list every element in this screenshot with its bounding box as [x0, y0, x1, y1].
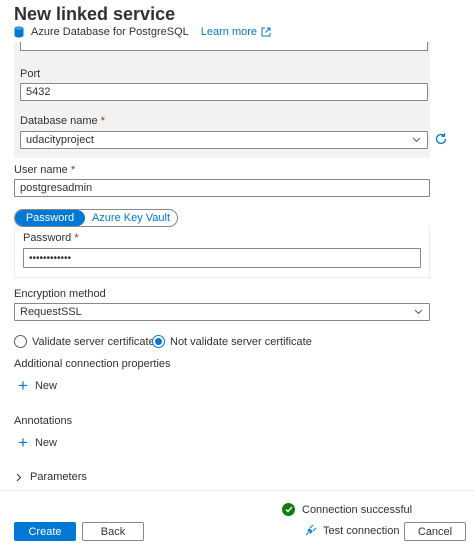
back-button[interactable]: Back: [82, 522, 144, 541]
connection-settings-panel: Port 5432 Database name * udacityproject: [14, 42, 430, 158]
connection-status: Connection successful: [282, 503, 412, 516]
new-property-label: New: [34, 380, 57, 392]
encryption-method-select[interactable]: RequestSSL: [14, 303, 430, 321]
cancel-button[interactable]: Cancel: [404, 522, 466, 541]
service-type-row: Azure Database for PostgreSQL Learn more: [14, 25, 271, 39]
encryption-method-value: RequestSSL: [20, 306, 82, 318]
scrollbar[interactable]: [466, 42, 472, 490]
validate-cert-label: Validate server certificate: [32, 335, 155, 348]
chevron-down-icon: [412, 137, 421, 143]
learn-more-link[interactable]: Learn more: [201, 26, 257, 38]
tab-password[interactable]: Password: [15, 210, 85, 226]
parameters-expander[interactable]: Parameters: [16, 471, 87, 483]
form-scroll-area[interactable]: Port 5432 Database name * udacityproject…: [0, 42, 474, 490]
not-validate-cert-option[interactable]: Not validate server certificate: [152, 335, 312, 348]
test-connection-button[interactable]: Test connection: [304, 524, 399, 537]
auth-type-toggle: Password Azure Key Vault: [14, 209, 178, 227]
not-validate-cert-label: Not validate server certificate: [170, 335, 312, 348]
new-annotation-label: New: [34, 437, 57, 449]
port-value: 5432: [26, 86, 51, 98]
test-connection-label: Test connection: [323, 524, 400, 537]
plus-icon: +: [18, 376, 28, 395]
new-property-button[interactable]: + New: [18, 376, 57, 395]
username-value: postgresadmin: [20, 182, 93, 194]
annotations-label: Annotations: [14, 415, 73, 427]
checkmark-icon: [282, 503, 295, 516]
create-button[interactable]: Create: [14, 522, 76, 541]
port-label: Port: [20, 68, 41, 80]
encryption-method-label: Encryption method: [14, 288, 106, 300]
chevron-down-icon: [414, 309, 423, 315]
additional-properties-label: Additional connection properties: [14, 358, 171, 370]
validate-cert-option[interactable]: Validate server certificate: [14, 335, 155, 348]
plus-icon: +: [18, 433, 28, 452]
page-title: New linked service: [14, 4, 176, 24]
footer-bar: Connection successful Create Back Test c…: [0, 490, 474, 546]
chevron-right-icon: [16, 473, 22, 481]
database-icon: [14, 26, 24, 38]
refresh-icon[interactable]: [434, 132, 448, 146]
password-value: ••••••••••••: [29, 252, 72, 264]
tab-azure-key-vault[interactable]: Azure Key Vault: [85, 210, 177, 226]
parameters-label: Parameters: [30, 471, 87, 483]
service-type-label: Azure Database for PostgreSQL: [31, 26, 189, 38]
database-name-value: udacityproject: [26, 134, 94, 146]
port-field[interactable]: 5432: [20, 83, 428, 101]
external-link-icon[interactable]: [261, 27, 271, 37]
password-panel: Password * ••••••••••••: [14, 226, 430, 278]
password-label: Password *: [23, 232, 79, 244]
database-name-label: Database name *: [20, 115, 106, 127]
database-name-select[interactable]: udacityproject: [20, 131, 428, 149]
username-field[interactable]: postgresadmin: [14, 179, 430, 197]
new-annotation-button[interactable]: + New: [18, 433, 57, 452]
plug-icon: [305, 524, 317, 536]
password-field[interactable]: ••••••••••••: [23, 248, 421, 268]
host-field-partial[interactable]: [20, 42, 428, 51]
username-label: User name *: [14, 164, 76, 176]
not-validate-cert-radio[interactable]: [152, 335, 165, 348]
connection-status-text: Connection successful: [302, 503, 413, 516]
validate-cert-radio[interactable]: [14, 335, 27, 348]
